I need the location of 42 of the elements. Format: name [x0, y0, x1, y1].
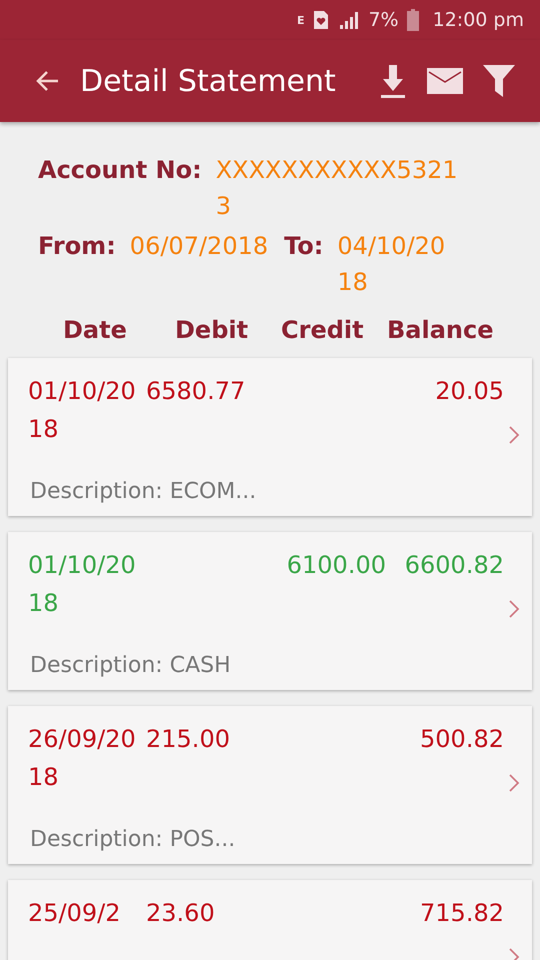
transaction-card[interactable]: 25/09/2 23.60 715.82: [8, 880, 532, 960]
transaction-card[interactable]: 26/09/2018 215.00 500.82 Description: POS...: [8, 706, 532, 864]
download-icon[interactable]: [378, 63, 408, 99]
battery-percent: 7%: [368, 9, 399, 31]
balance-amount: 6600.82: [404, 551, 504, 579]
chevron-right-icon: [508, 773, 520, 793]
debit-amount: 6580.77: [146, 377, 246, 405]
chevron-right-icon: [508, 425, 520, 445]
credit-amount: 6100.00: [286, 551, 386, 579]
to-label: To:: [284, 232, 324, 260]
column-header: Credit: [281, 316, 365, 344]
signal-icon: [338, 10, 360, 30]
mail-icon[interactable]: [426, 66, 464, 96]
sim-card-icon: [312, 10, 330, 30]
account-label: Account No:: [38, 156, 202, 184]
balance-amount: 20.05: [435, 377, 504, 405]
transaction-date: 25/09/2: [28, 898, 122, 929]
screen-title: Detail Statement: [80, 64, 337, 98]
debit-amount: 215.00: [146, 725, 230, 753]
network-type: E: [296, 14, 304, 26]
clock-time: 12:00 pm: [432, 9, 524, 31]
balance-amount: 715.82: [420, 899, 504, 927]
to-date: 04/10/2018: [337, 231, 446, 298]
transaction-description: Description: POS...: [30, 827, 236, 852]
account-number: XXXXXXXXXXX53213: [216, 155, 459, 222]
from-label: From:: [38, 232, 116, 260]
transaction-description: Description: ECOM...: [30, 479, 256, 504]
transaction-date: 01/10/2018: [28, 550, 137, 619]
column-header: Date: [63, 316, 128, 344]
balance-amount: 500.82: [420, 725, 504, 753]
column-header: Balance: [387, 316, 494, 344]
transaction-card[interactable]: 01/10/2018 6100.00 6600.82 Description: CASH: [8, 532, 532, 690]
filter-icon[interactable]: [482, 64, 516, 98]
chevron-right-icon: [508, 599, 520, 619]
transaction-date: 01/10/2018: [28, 376, 137, 445]
transaction-card[interactable]: 01/10/2018 6580.77 20.05 Description: ECOM...: [8, 358, 532, 516]
from-date: 06/07/2018: [130, 232, 268, 260]
column-header: Debit: [175, 316, 250, 344]
transaction-date: 26/09/2018: [28, 724, 137, 793]
battery-icon: [406, 9, 419, 31]
transaction-description: Description: CASH: [30, 653, 231, 678]
debit-amount: 23.60: [146, 899, 215, 927]
